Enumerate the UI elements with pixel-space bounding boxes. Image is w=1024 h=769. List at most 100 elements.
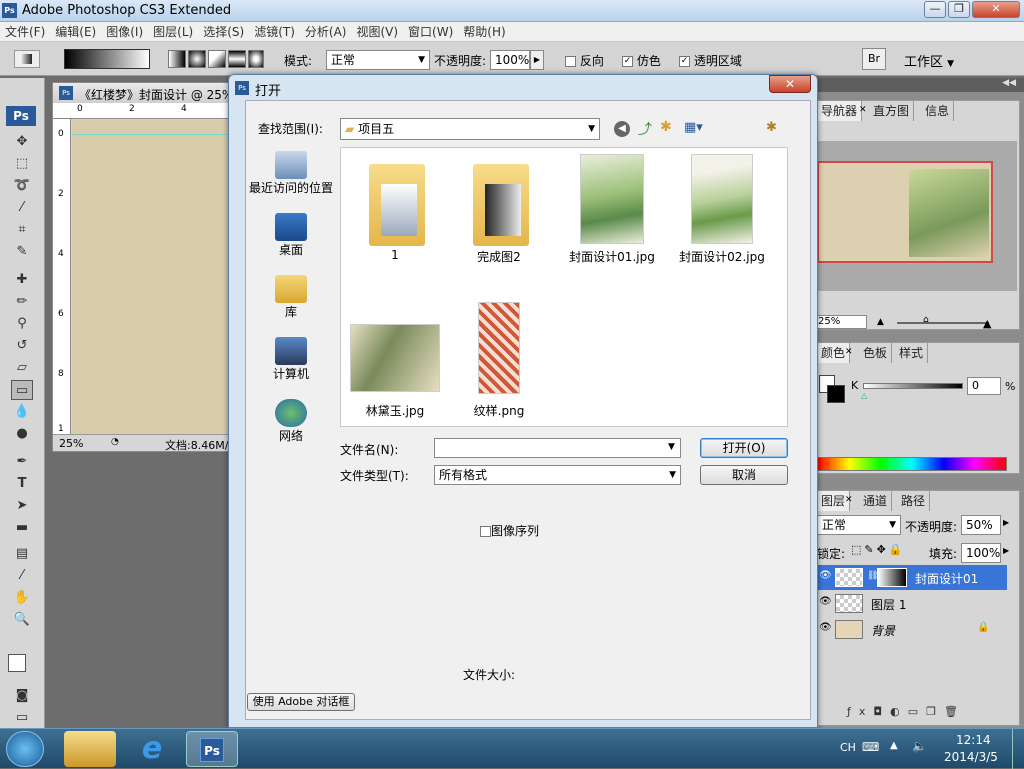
gradient-picker[interactable] [64,49,150,69]
filename-input[interactable] [434,438,681,458]
show-desktop-button[interactable] [1012,729,1024,769]
place-network[interactable]: 网络 [247,399,335,444]
slice-tool-icon[interactable]: ✎ [11,242,33,262]
back-icon[interactable]: ◀ [614,121,630,137]
file-item[interactable]: 1 [345,154,445,262]
ie-icon[interactable]: e [126,731,178,767]
tab-histogram[interactable]: 直方图 [869,101,915,121]
menu-image[interactable]: 图像(I) [101,22,148,42]
background-swatch[interactable] [827,385,845,403]
lasso-tool-icon[interactable]: ➰ [11,176,33,196]
close-button[interactable]: ✕ [972,1,1020,18]
photoshop-taskbar-button[interactable]: Ps [186,731,238,767]
file-item[interactable]: 封面设计02.jpg [665,154,779,265]
bridge-icon[interactable]: Br [862,48,886,70]
file-item[interactable]: 林黛玉.jpg [345,324,445,419]
brush-tool-icon[interactable]: ✏ [11,292,33,312]
filetype-select[interactable]: 所有格式 ▼ [434,465,681,485]
close-icon[interactable]: ✕ [845,495,853,505]
quick-mask-icon[interactable]: ◙ [11,686,33,706]
favorites-icon[interactable]: ✱ [766,120,777,135]
place-library[interactable]: 库 [247,275,335,320]
fx-icon[interactable]: ƒx [847,705,873,718]
k-slider-thumb[interactable]: △ [861,391,867,400]
status-arrow-icon[interactable]: ◔ [111,437,119,447]
opacity-input[interactable]: 100% [490,50,530,70]
new-folder-icon[interactable]: ✱ [660,119,672,135]
layer-row[interactable]: 👁 ⛓ 封面设计01 [817,565,1007,590]
color-spectrum-bar[interactable] [817,457,1007,471]
close-icon[interactable]: ✕ [859,105,867,115]
stamp-tool-icon[interactable]: ⚲ [11,314,33,334]
view-menu-icon[interactable]: ▦▾ [684,120,703,135]
menu-window[interactable]: 窗口(W) [403,22,458,42]
dock-collapse-icon[interactable]: ◀◀ [816,78,1024,92]
gradient-tool-icon[interactable]: ▭ [11,380,33,400]
tab-swatches[interactable]: 色板 [859,343,893,363]
reverse-checkbox[interactable]: 反向 [565,52,604,69]
layer-opacity-input[interactable]: 50% [961,515,1001,535]
visibility-eye-icon[interactable]: 👁 [819,570,832,581]
eyedropper-tool-icon[interactable]: ⁄ [11,566,33,586]
layer-mask-thumbnail[interactable] [877,568,907,587]
start-button[interactable] [6,731,44,767]
language-indicator[interactable]: CH [840,741,856,754]
dither-checkbox[interactable]: ✓ 仿色 [622,52,661,69]
tool-preset-picker[interactable] [14,50,40,68]
navigator-preview[interactable] [817,141,1017,291]
zoom-tool-icon[interactable]: 🔍 [11,610,33,630]
place-recent[interactable]: 最近访问的位置 [247,151,335,196]
menu-help[interactable]: 帮助(H) [458,22,510,42]
tab-paths[interactable]: 路径 [897,491,931,511]
radial-gradient-icon[interactable] [188,50,206,68]
hand-tool-icon[interactable]: ✋ [11,588,33,608]
place-desktop[interactable]: 桌面 [247,213,335,258]
menu-file[interactable]: 文件(F) [0,22,50,42]
menu-view[interactable]: 视图(V) [351,22,403,42]
notes-tool-icon[interactable]: ▤ [11,544,33,564]
linear-gradient-icon[interactable] [168,50,186,68]
adjustment-icon[interactable]: ◐ [890,705,908,718]
healing-tool-icon[interactable]: ✚ [11,270,33,290]
file-item[interactable]: 完成图2 [449,154,549,265]
keyboard-icon[interactable]: ⌨ [862,740,879,754]
k-slider[interactable] [863,383,963,389]
diamond-gradient-icon[interactable] [248,50,264,68]
restore-button[interactable]: ❐ [948,1,970,18]
tray-arrow-icon[interactable]: ▲ [890,740,898,751]
adobe-dialog-button[interactable]: 使用 Adobe 对话框 [247,693,355,711]
lock-icons[interactable]: ⬚✎✥🔒 [851,543,906,556]
layer-row[interactable]: 👁 背景 🔒 [817,617,1007,642]
menu-filter[interactable]: 滤镜(T) [249,22,300,42]
angle-gradient-icon[interactable] [208,50,226,68]
menu-analysis[interactable]: 分析(A) [300,22,352,42]
navigator-view-box[interactable] [817,161,993,263]
zoom-in-icon[interactable]: ▲ [983,317,991,330]
place-computer[interactable]: 计算机 [247,337,335,382]
marquee-tool-icon[interactable]: ⬚ [11,154,33,174]
shape-tool-icon[interactable]: ▬ [11,518,33,538]
move-tool-icon[interactable]: ✥ [11,132,33,152]
volume-icon[interactable]: 🔈 [912,739,927,753]
opacity-slider-button[interactable]: ▶ [530,50,544,70]
mask-icon[interactable]: ◘ [873,705,890,718]
canvas[interactable] [72,120,231,434]
zoom-out-icon[interactable]: ▲ [877,317,884,327]
blur-tool-icon[interactable]: 💧 [11,402,33,422]
file-item[interactable]: 纹样.png [449,302,549,419]
fill-arrow-icon[interactable]: ▶ [1003,546,1009,555]
minimize-button[interactable]: — [924,1,946,18]
screen-mode-icon[interactable]: ▭ [11,708,33,728]
menu-edit[interactable]: 编辑(E) [50,22,101,42]
fill-input[interactable]: 100% [961,543,1001,563]
cancel-button[interactable]: 取消 [700,465,788,485]
workspace-button[interactable]: 工作区 ▼ [904,51,954,70]
up-folder-icon[interactable]: ⤴ [638,119,652,139]
path-select-tool-icon[interactable]: ➤ [11,496,33,516]
blend-mode-select[interactable]: 正常 ▼ [817,515,901,535]
trash-icon[interactable]: 🗑 [944,705,966,718]
menu-layer[interactable]: 图层(L) [148,22,198,42]
zoom-slider[interactable] [897,322,989,324]
magic-wand-tool-icon[interactable]: ⁄ [11,198,33,218]
open-button[interactable]: 打开(O) [700,438,788,458]
